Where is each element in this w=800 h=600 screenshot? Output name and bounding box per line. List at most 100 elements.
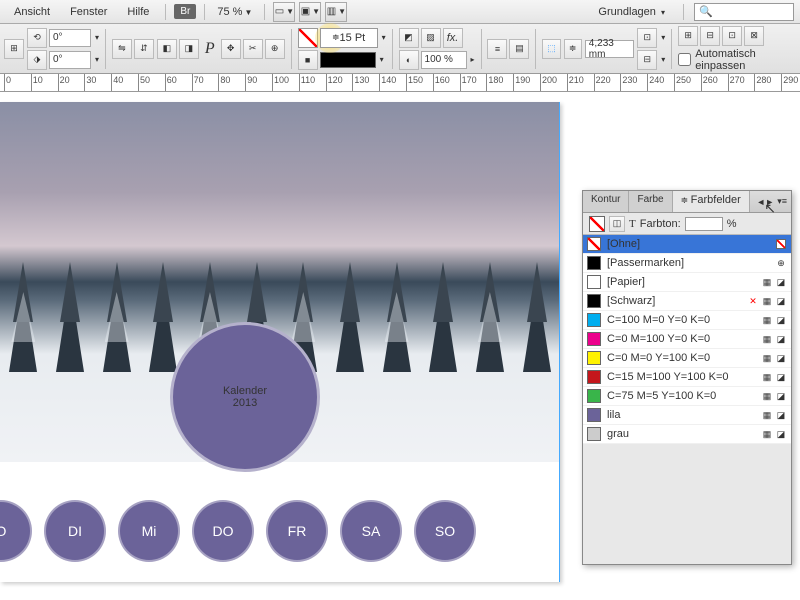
tab-kontur[interactable]: Kontur xyxy=(583,191,629,212)
swatch-row[interactable]: C=75 M=5 Y=100 K=0▦◪ xyxy=(583,387,791,406)
panel-header: ◫ T Farbton: % xyxy=(583,213,791,235)
shear-field[interactable]: 0° xyxy=(49,51,91,69)
bridge-button[interactable]: Br xyxy=(174,4,196,19)
percent-label: % xyxy=(727,218,737,230)
swatch-row[interactable]: [Passermarken]⊕ xyxy=(583,254,791,273)
tool-icon[interactable]: ✂ xyxy=(243,39,263,59)
cmyk-icon: ◪ xyxy=(775,333,787,345)
text-toggle-icon[interactable]: T xyxy=(629,218,636,230)
paragraph-style-icon[interactable]: P xyxy=(202,40,218,58)
arrange-icon[interactable]: ▥▼ xyxy=(325,2,347,22)
swatch-color xyxy=(587,237,601,251)
opacity-field[interactable]: 100 % xyxy=(421,51,467,69)
fit-icon[interactable]: ⊞ xyxy=(678,26,698,46)
global-icon: ▦ xyxy=(761,295,773,307)
separator xyxy=(165,4,166,20)
stroke-weight-field[interactable]: ≑ 15 Pt xyxy=(320,28,378,48)
swatch-name: [Papier] xyxy=(607,276,645,288)
fill-swatch[interactable] xyxy=(320,52,376,68)
measure-field[interactable]: 4,233 mm xyxy=(585,40,634,58)
swatch-color xyxy=(587,275,601,289)
menu-hilfe[interactable]: Hilfe xyxy=(119,3,157,21)
day-circle[interactable]: SO xyxy=(414,500,476,562)
day-circle[interactable]: SA xyxy=(340,500,402,562)
rotation-field[interactable]: 0° xyxy=(49,29,91,47)
day-circle[interactable]: Mi xyxy=(118,500,180,562)
frame-icon[interactable]: ⊟ xyxy=(637,50,657,70)
swatch-row[interactable]: C=100 M=0 Y=0 K=0 ▦◪ xyxy=(583,311,791,330)
spacing-icon[interactable]: ≑ xyxy=(564,39,582,59)
global-icon: ▦ xyxy=(761,314,773,326)
corner-options-icon[interactable]: ⬚ xyxy=(542,39,560,59)
guide[interactable] xyxy=(559,102,560,582)
cmyk-icon: ◪ xyxy=(775,314,787,326)
day-circles: ODIMiDOFRSASO xyxy=(0,500,560,562)
global-icon: ▦ xyxy=(761,333,773,345)
swatch-name: lila xyxy=(607,409,620,421)
select-container-icon[interactable]: ◧ xyxy=(157,39,177,59)
swatch-row[interactable]: [Papier]▦◪ xyxy=(583,273,791,292)
workspace-switcher[interactable]: Grundlagen ▾ xyxy=(590,3,673,21)
search-input[interactable]: 🔍 xyxy=(694,3,794,21)
swatch-row[interactable]: C=0 M=0 Y=100 K=0▦◪ xyxy=(583,349,791,368)
day-circle[interactable]: DO xyxy=(192,500,254,562)
swatch-row[interactable]: grau▦◪ xyxy=(583,425,791,444)
cmyk-icon: ◪ xyxy=(775,428,787,440)
swatch-list: [Ohne][Passermarken]⊕[Papier]▦◪[Schwarz]… xyxy=(583,235,791,444)
artboard[interactable]: Kalender 2013 ODIMiDOFRSASO xyxy=(0,102,560,582)
fit-icon[interactable]: ⊡ xyxy=(722,26,742,46)
zoom-level[interactable]: 75 %▼ xyxy=(213,4,256,20)
fill-icon[interactable]: ■ xyxy=(298,50,318,70)
panel-menu-icon[interactable]: ▾≡ xyxy=(777,196,787,207)
tab-farbe[interactable]: Farbe xyxy=(629,191,672,212)
tool-icon[interactable]: ✥ xyxy=(221,39,241,59)
rotate-icon[interactable]: ⟲ xyxy=(27,28,47,48)
menu-fenster[interactable]: Fenster xyxy=(62,3,115,21)
title-circle[interactable]: Kalender 2013 xyxy=(170,322,320,472)
day-circle[interactable]: O xyxy=(0,500,32,562)
frame-icon[interactable]: ⊡ xyxy=(637,28,657,48)
fill-proxy-icon[interactable] xyxy=(589,216,605,232)
separator xyxy=(392,29,393,69)
swatch-row[interactable]: lila▦◪ xyxy=(583,406,791,425)
autofit-checkbox[interactable]: Automatisch einpassen xyxy=(678,48,796,72)
swatch-name: C=100 M=0 Y=0 K=0 xyxy=(607,314,710,326)
select-content-icon[interactable]: ◨ xyxy=(179,39,199,59)
object-toggle-icon[interactable]: ◫ xyxy=(609,216,625,232)
cmyk-icon: ◪ xyxy=(775,409,787,421)
stroke-swatch[interactable] xyxy=(298,28,318,48)
swatch-row[interactable]: [Schwarz]✕▦◪ xyxy=(583,292,791,311)
flip-v-icon[interactable]: ⇵ xyxy=(134,39,154,59)
horizontal-ruler[interactable]: 0102030405060708090100110120130140150160… xyxy=(0,74,800,92)
opacity-icon[interactable]: ◐ xyxy=(399,50,419,70)
swatch-color xyxy=(587,256,601,270)
tool-icon[interactable]: ⊕ xyxy=(265,39,285,59)
fit-icon[interactable]: ⊠ xyxy=(744,26,764,46)
none-icon xyxy=(775,238,787,250)
fit-icon[interactable]: ⊟ xyxy=(700,26,720,46)
separator xyxy=(105,29,106,69)
swatch-row[interactable]: C=0 M=100 Y=0 K=0▦◪ xyxy=(583,330,791,349)
drop-shadow-icon[interactable]: ▨ xyxy=(421,28,441,48)
cmyk-icon: ◪ xyxy=(775,276,787,288)
swatch-color xyxy=(587,332,601,346)
menu-ansicht[interactable]: Ansicht xyxy=(6,3,58,21)
tint-field[interactable] xyxy=(685,217,723,231)
swatch-row[interactable]: [Ohne] xyxy=(583,235,791,254)
swatch-color xyxy=(587,351,601,365)
day-circle[interactable]: FR xyxy=(266,500,328,562)
swatch-color xyxy=(587,294,601,308)
text-wrap-icon[interactable]: ▤ xyxy=(509,39,529,59)
screen-mode-icon[interactable]: ▣▼ xyxy=(299,2,321,22)
shear-icon[interactable]: ⬗ xyxy=(27,50,47,70)
tab-farbfelder[interactable]: ≑ Farbfelder xyxy=(673,191,750,212)
ref-point-icon[interactable]: ⊞ xyxy=(4,39,24,59)
text-wrap-icon[interactable]: ≡ xyxy=(487,39,507,59)
collapse-icon[interactable]: ◄► xyxy=(756,197,774,207)
day-circle[interactable]: DI xyxy=(44,500,106,562)
effects-icon[interactable]: ◩ xyxy=(399,28,419,48)
fx-icon[interactable]: fx. xyxy=(443,28,463,48)
flip-h-icon[interactable]: ⇋ xyxy=(112,39,132,59)
swatch-row[interactable]: C=15 M=100 Y=100 K=0▦◪ xyxy=(583,368,791,387)
view-options-icon[interactable]: ▭▼ xyxy=(273,2,295,22)
